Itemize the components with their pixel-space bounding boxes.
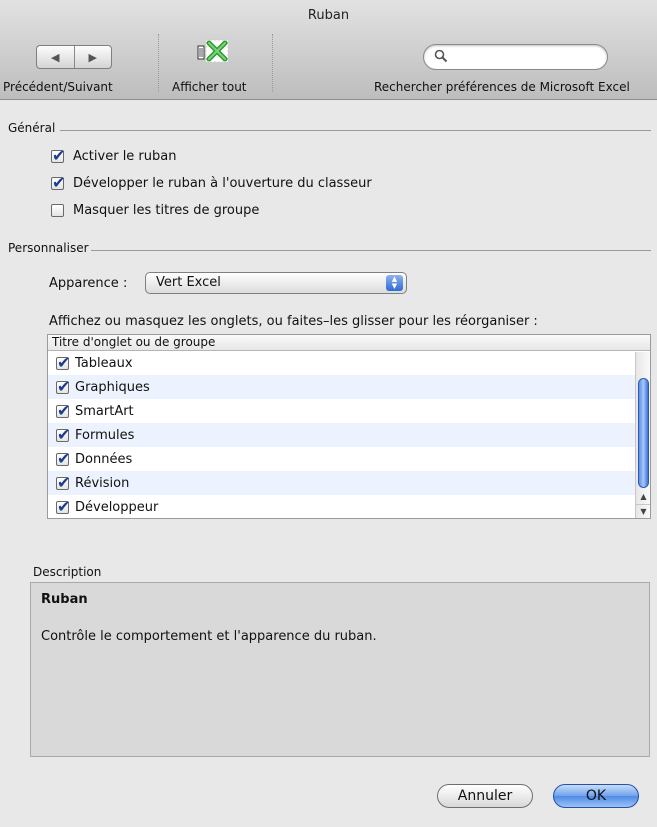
list-item-label: Développeur: [75, 499, 159, 515]
appearance-value: Vert Excel: [156, 275, 221, 290]
list-item[interactable]: Développeur: [48, 495, 650, 518]
appearance-select[interactable]: Vert Excel ▲ ▼: [145, 272, 407, 294]
checkbox[interactable]: [51, 146, 65, 166]
toolbar-separator: [158, 34, 159, 92]
checkbox[interactable]: [56, 449, 70, 469]
list-item[interactable]: Graphiques: [48, 375, 650, 399]
checkbox[interactable]: [51, 204, 64, 217]
list-item[interactable]: Formules: [48, 423, 650, 447]
back-forward-label: Précédent/Suivant: [3, 80, 113, 94]
option-label: Masquer les titres de groupe: [73, 203, 260, 218]
checkbox[interactable]: [56, 425, 70, 445]
checkbox[interactable]: [56, 473, 70, 493]
appearance-label: Apparence :: [49, 276, 128, 291]
scroll-thumb[interactable]: [638, 378, 649, 488]
search-input[interactable]: [452, 47, 602, 67]
window-toolbar: Ruban ◀ ▶ Précédent/Suivant Afficher tou…: [0, 0, 657, 100]
list-item-label: Données: [75, 451, 133, 467]
checkbox[interactable]: [56, 377, 70, 397]
list-item-label: Graphiques: [75, 379, 150, 395]
list-item[interactable]: Tableaux: [48, 351, 650, 375]
checkbox[interactable]: [56, 353, 70, 373]
checkbox[interactable]: [51, 173, 65, 193]
cancel-button[interactable]: Annuler: [437, 784, 533, 808]
option-label: Activer le ruban: [73, 149, 177, 164]
description-title: Ruban: [41, 592, 88, 607]
description-label: Description: [33, 565, 102, 579]
ribbon-tabs-list[interactable]: Titre d'onglet ou de groupe Tableaux Gra…: [47, 334, 651, 519]
general-option-expand-ribbon[interactable]: Développer le ruban à l'ouverture du cla…: [51, 173, 372, 193]
description-box: Ruban Contrôle le comportement et l'appa…: [30, 582, 650, 757]
customize-section-title: Personnaliser: [8, 241, 89, 255]
general-option-enable-ribbon[interactable]: Activer le ruban: [51, 146, 177, 166]
search-icon: [434, 49, 448, 63]
list-item[interactable]: Révision: [48, 471, 650, 495]
list-item-label: SmartArt: [75, 403, 134, 419]
show-all-label: Afficher tout: [172, 80, 247, 94]
list-item-label: Formules: [75, 427, 135, 443]
scroll-down-arrow-icon[interactable]: ▼: [636, 504, 650, 518]
toolbar-separator: [272, 34, 273, 92]
search-label: Rechercher préférences de Microsoft Exce…: [374, 80, 630, 94]
show-all-button[interactable]: [188, 38, 238, 72]
checkbox[interactable]: [56, 497, 70, 517]
list-item[interactable]: Données: [48, 447, 650, 471]
ok-button[interactable]: OK: [553, 784, 639, 808]
preferences-pane: Général Activer le ruban Développer le r…: [0, 101, 657, 827]
general-section-title: Général: [8, 121, 56, 135]
option-label: Développer le ruban à l'ouverture du cla…: [73, 176, 372, 191]
description-text: Contrôle le comportement et l'apparence …: [41, 629, 377, 644]
vertical-scrollbar[interactable]: ▲ ▼: [635, 352, 650, 518]
section-divider: [91, 250, 651, 251]
excel-grid-icon: [197, 39, 229, 63]
back-button[interactable]: ◀: [37, 46, 75, 68]
list-item-label: Tableaux: [75, 355, 133, 371]
back-forward-control[interactable]: ◀ ▶: [36, 45, 112, 69]
forward-arrow-icon: ▶: [88, 50, 97, 64]
window-title: Ruban: [307, 8, 350, 23]
checkbox[interactable]: [56, 401, 70, 421]
select-arrows-icon: ▲ ▼: [386, 275, 403, 291]
search-field[interactable]: [423, 44, 608, 70]
list-item[interactable]: SmartArt: [48, 399, 650, 423]
tabs-instruction: Affichez ou masquez les onglets, ou fait…: [49, 314, 538, 329]
list-item-label: Révision: [75, 475, 130, 491]
general-option-hide-group-titles[interactable]: Masquer les titres de groupe: [51, 203, 259, 218]
section-divider: [60, 130, 651, 131]
forward-button[interactable]: ▶: [75, 46, 112, 68]
back-arrow-icon: ◀: [51, 50, 60, 64]
scroll-up-arrow-icon[interactable]: ▲: [636, 490, 650, 504]
list-column-header[interactable]: Titre d'onglet ou de groupe: [48, 335, 650, 351]
